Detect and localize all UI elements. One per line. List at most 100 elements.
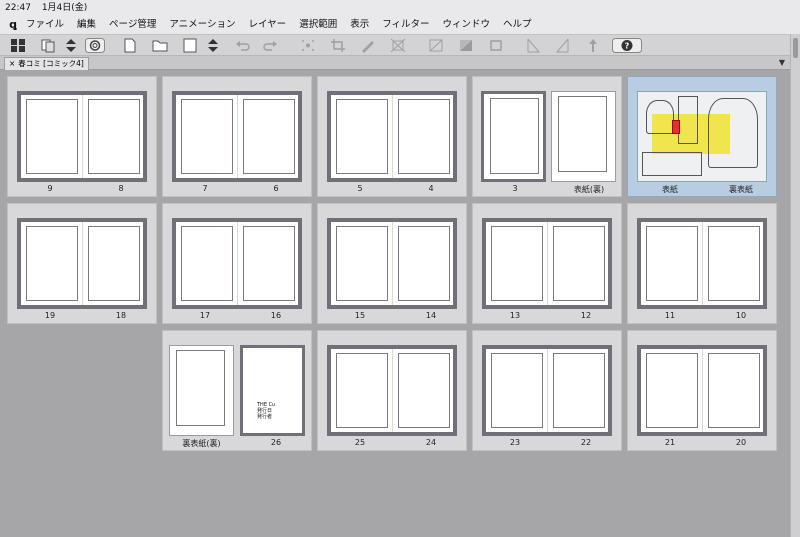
help-icon[interactable]: ? (612, 38, 642, 53)
page-spread-23-22[interactable]: 23 22 (472, 330, 622, 451)
updown2-icon[interactable] (205, 38, 221, 53)
vertical-scrollbar[interactable] (790, 34, 800, 537)
cover-illustration (637, 91, 767, 182)
menu-page-management[interactable]: ページ管理 (109, 16, 156, 34)
spread-thumbnail (327, 91, 457, 182)
document-tab[interactable]: × 春コミ [コミック4] (4, 57, 89, 70)
panel-frame (490, 98, 539, 174)
spread-thumbnail (17, 91, 147, 182)
corner-icon[interactable] (555, 38, 571, 53)
menu-file[interactable]: ファイル (26, 16, 64, 34)
page-spread-25-24[interactable]: 25 24 (317, 330, 467, 451)
document-tab-title: 春コミ [コミック4] (18, 59, 84, 68)
pin-icon[interactable] (585, 38, 601, 53)
page-spread-7-6[interactable]: 7 6 (162, 76, 312, 197)
panel-frame (553, 353, 605, 428)
panel-frame (398, 226, 450, 301)
page-spread-13-12[interactable]: 13 12 (472, 203, 622, 324)
layout-grid-icon[interactable] (10, 38, 26, 53)
menu-window[interactable]: ウィンドウ (443, 16, 491, 34)
page-number: 12 (580, 311, 592, 320)
status-bar: 22:47 1月4日(金) (0, 0, 800, 16)
tab-menu-chevron-icon[interactable]: ▼ (774, 57, 790, 69)
page-spread-21-20[interactable]: 21 20 (627, 330, 777, 451)
spread-thumbnail (172, 91, 302, 182)
panel-frame (336, 226, 388, 301)
page-spread-19-18[interactable]: 19 18 (7, 203, 157, 324)
page-spread-5-4[interactable]: 5 4 (317, 76, 467, 197)
redo-icon[interactable] (262, 38, 278, 53)
swirl-icon[interactable] (85, 38, 105, 53)
colophon-line: 発行者 (257, 414, 273, 420)
page-number: 13 (509, 311, 521, 320)
page-frame-icon[interactable] (182, 38, 198, 53)
panel-frame (88, 99, 140, 174)
sketch-panel (678, 96, 698, 144)
date: 1月4日(金) (41, 3, 88, 13)
page-thumbnail (551, 91, 616, 182)
menu-edit[interactable]: 編集 (77, 16, 96, 34)
pen-icon[interactable] (360, 38, 376, 53)
menu-animation[interactable]: アニメーション (169, 16, 235, 34)
page-spread-cover-selected[interactable]: 表紙 裏表紙 (627, 76, 777, 197)
menu-help[interactable]: ヘルプ (503, 16, 532, 34)
scroll-thumb[interactable] (793, 38, 798, 58)
page-number: 26 (270, 438, 282, 447)
spread-thumbnail (482, 218, 612, 309)
transform-icon[interactable] (390, 38, 406, 53)
panel-frame (176, 350, 225, 426)
page-number: 表紙(裏) (573, 185, 605, 194)
page-spread-back-cover-26[interactable]: THE Cu 発行日 発行者 裏表紙(裏) 26 (162, 330, 312, 451)
menu-selection[interactable]: 選択範囲 (299, 16, 337, 34)
panel-frame (26, 226, 78, 301)
crop-icon[interactable] (330, 38, 346, 53)
pages-icon[interactable] (40, 38, 56, 53)
page-number: 4 (428, 184, 434, 193)
spread-thumbnail (482, 345, 612, 436)
page-number: 16 (270, 311, 282, 320)
undo-icon[interactable] (235, 38, 251, 53)
updown-icon[interactable] (63, 38, 79, 53)
page-spread-17-16[interactable]: 17 16 (162, 203, 312, 324)
sparkle-icon[interactable] (300, 38, 316, 53)
open-folder-icon[interactable] (152, 38, 168, 53)
sketch-figure (646, 100, 674, 134)
page-number: 21 (664, 438, 676, 447)
panel-frame (558, 96, 607, 172)
spread-thumbnail (172, 218, 302, 309)
page-number: 裏表紙(裏) (182, 439, 221, 448)
panel-frame (26, 99, 78, 174)
tab-close-icon[interactable]: × (9, 58, 15, 70)
page-number: 23 (509, 438, 521, 447)
spread-thumbnail (327, 345, 457, 436)
document-tab-bar: × 春コミ [コミック4] ▼ (0, 56, 790, 70)
colophon-text: THE Cu 発行日 発行者 (257, 402, 275, 420)
panel-frame (398, 99, 450, 174)
panel-frame (243, 99, 295, 174)
ruler-icon[interactable] (525, 38, 541, 53)
sketch-figure (708, 98, 758, 168)
app-logo-icon[interactable]: ꝗ (0, 16, 26, 34)
page-number: 10 (735, 311, 747, 320)
page-number: 7 (202, 184, 208, 193)
page-number: 9 (47, 184, 53, 193)
menu-view[interactable]: 表示 (350, 16, 369, 34)
sketch-panel (642, 152, 702, 176)
page-number: 19 (44, 311, 56, 320)
page-spread-9-8[interactable]: 9 8 (7, 76, 157, 197)
menu-layer[interactable]: レイヤー (248, 16, 286, 34)
gradient-icon[interactable] (458, 38, 474, 53)
page-number: 表紙 (662, 185, 678, 194)
page-spread-15-14[interactable]: 15 14 (317, 203, 467, 324)
spread-thumbnail (637, 218, 767, 309)
page-spread-11-10[interactable]: 11 10 (627, 203, 777, 324)
new-page-icon[interactable] (122, 38, 138, 53)
command-bar: ? (0, 34, 800, 56)
fill-icon[interactable] (428, 38, 444, 53)
page-spread-3-cover-back[interactable]: 3 表紙(裏) (472, 76, 622, 197)
panel-frame (553, 226, 605, 301)
square-icon[interactable] (488, 38, 504, 53)
menu-filter[interactable]: フィルター (382, 16, 429, 34)
panel-frame (181, 99, 233, 174)
page-number: 17 (199, 311, 211, 320)
